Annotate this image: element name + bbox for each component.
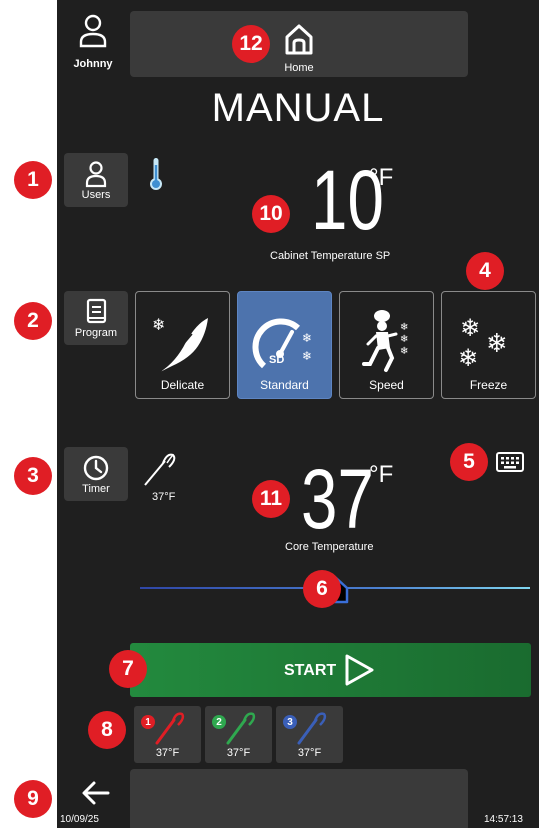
probe-icon	[297, 712, 327, 745]
probe-2-button[interactable]: 2 37°F	[205, 706, 272, 763]
user-name: Johnny	[73, 58, 113, 70]
user-avatar[interactable]: Johnny	[65, 10, 121, 70]
program-label: Freeze	[469, 378, 508, 392]
svg-text:❄: ❄	[400, 322, 408, 333]
program-freeze[interactable]: ❄ ❄ ❄ Freeze	[441, 291, 536, 399]
program-button[interactable]: Program	[64, 291, 128, 345]
footer-time: 14:57:13	[484, 814, 523, 825]
probe-icon	[155, 712, 185, 745]
keyboard-icon[interactable]	[496, 451, 524, 473]
users-button[interactable]: Users	[64, 153, 128, 207]
mode-title: MANUAL	[211, 86, 385, 130]
thermometer-icon	[150, 158, 162, 190]
program-label: Speed	[369, 378, 404, 392]
probe-icon	[226, 712, 256, 745]
core-temperature-value[interactable]: 37	[301, 457, 374, 541]
probe-temp: 37°F	[155, 747, 180, 759]
program-standard[interactable]: ❄ ❄ SD Standard	[237, 291, 332, 399]
svg-text:❄: ❄	[302, 349, 312, 363]
feather-snowflake-icon: ❄	[152, 315, 208, 373]
callout-4: 4	[466, 252, 504, 290]
svg-text:❄: ❄	[486, 329, 508, 359]
core-temperature-label: Core Temperature	[285, 541, 374, 553]
users-label: Users	[81, 189, 111, 201]
footer-bar	[130, 769, 468, 828]
gauge-badge: SD	[269, 354, 285, 366]
callout-7: 7	[109, 650, 147, 688]
svg-text:❄: ❄	[302, 331, 312, 345]
program-speed[interactable]: ❄ ❄ ❄ Speed	[339, 291, 434, 399]
program-label: Delicate	[160, 378, 205, 392]
probe-reading: 37°F	[152, 491, 176, 503]
home-label: Home	[284, 62, 314, 74]
callout-11: 11	[252, 480, 290, 518]
probe-1-button[interactable]: 1 37°F	[134, 706, 201, 763]
user-icon	[79, 14, 107, 48]
probe-temp: 37°F	[297, 747, 322, 759]
svg-text:❄: ❄	[460, 314, 480, 342]
callout-3: 3	[14, 457, 52, 495]
callout-12: 12	[232, 25, 270, 63]
probe-3-button[interactable]: 3 37°F	[276, 706, 343, 763]
timer-button[interactable]: Timer	[64, 447, 128, 501]
snowflakes-icon: ❄ ❄ ❄	[458, 314, 508, 372]
svg-text:❄: ❄	[400, 334, 408, 345]
svg-text:❄: ❄	[152, 315, 165, 334]
user-icon	[85, 161, 107, 188]
gauge-sd-icon: ❄ ❄	[252, 318, 312, 369]
footer-date: 10/09/25	[60, 814, 99, 825]
callout-5: 5	[450, 443, 488, 481]
hmi-screen: Johnny Home MANUAL Users 10 °F Cabinet T…	[57, 0, 539, 828]
back-arrow-icon[interactable]	[81, 780, 111, 806]
book-icon	[86, 298, 107, 324]
program-label: Program	[74, 327, 118, 339]
chef-running-icon: ❄ ❄ ❄	[362, 310, 408, 372]
callout-2: 2	[14, 302, 52, 340]
play-icon	[345, 654, 374, 686]
cabinet-temperature-label: Cabinet Temperature SP	[270, 250, 391, 262]
home-button[interactable]: Home	[130, 11, 468, 77]
probe-number: 3	[283, 715, 297, 729]
cabinet-temperature-unit: °F	[369, 164, 394, 191]
svg-text:❄: ❄	[400, 346, 408, 357]
core-temperature-unit: °F	[369, 461, 394, 488]
program-delicate[interactable]: ❄ Delicate	[135, 291, 230, 399]
callout-1: 1	[14, 161, 52, 199]
callout-6: 6	[303, 570, 341, 608]
callout-9: 9	[14, 780, 52, 818]
probe-number: 1	[141, 715, 155, 729]
probe-icon	[144, 453, 176, 486]
home-icon	[285, 24, 313, 55]
callout-10: 10	[252, 195, 290, 233]
start-label: START	[284, 662, 337, 679]
start-button[interactable]: START	[130, 643, 531, 697]
clock-icon	[83, 455, 109, 481]
timer-label: Timer	[82, 483, 110, 495]
program-label: Standard	[260, 378, 309, 392]
probe-temp: 37°F	[226, 747, 251, 759]
svg-text:❄: ❄	[458, 344, 478, 372]
probe-number: 2	[212, 715, 226, 729]
callout-8: 8	[88, 711, 126, 749]
